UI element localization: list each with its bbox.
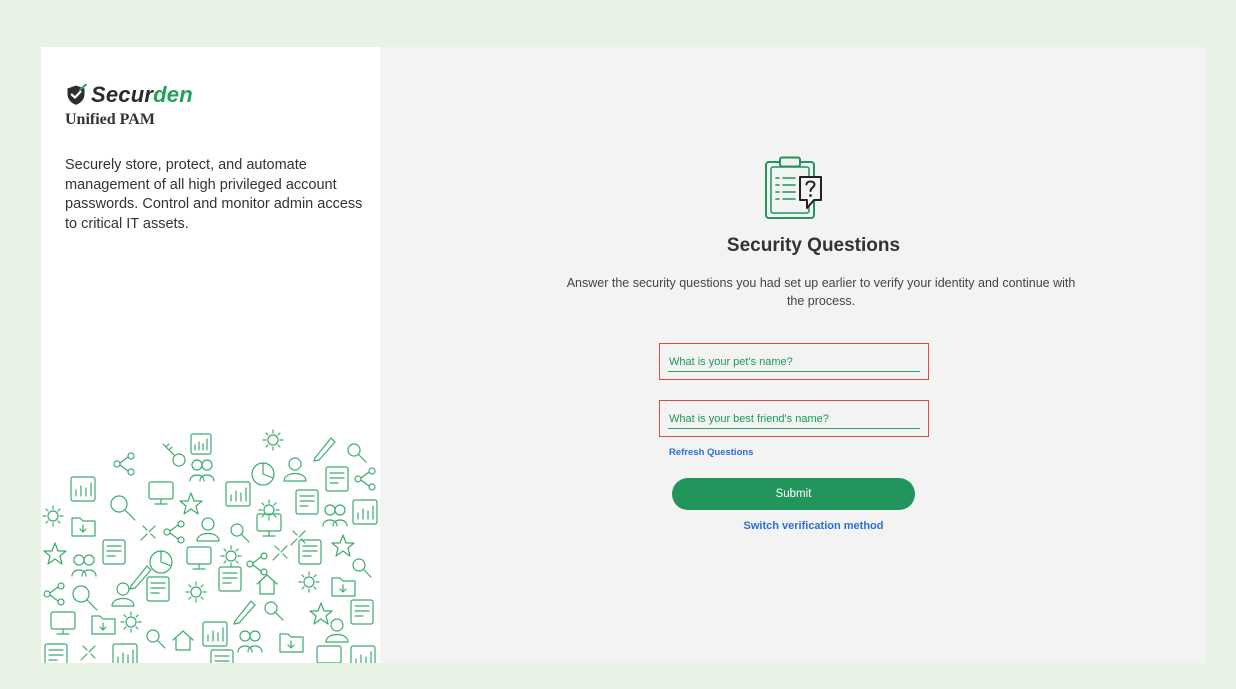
login-frame: Securden Unified PAM Securely store, pro…	[41, 47, 1206, 663]
product-name: Unified PAM	[65, 111, 155, 128]
refresh-questions-link[interactable]: Refresh Questions	[669, 447, 753, 458]
product-tagline: Securely store, protect, and automate ma…	[65, 157, 363, 232]
brand-panel: Securden Unified PAM Securely store, pro…	[41, 47, 380, 663]
page-description: Answer the security questions you had se…	[566, 276, 1076, 308]
pet-name-input[interactable]	[668, 352, 920, 372]
clipboard-question-icon	[765, 156, 822, 219]
security-question-1-field	[659, 343, 929, 380]
submit-button[interactable]: Submit	[672, 478, 915, 510]
logo-wordmark: Securden	[91, 82, 193, 107]
brand-block: Securden Unified PAM	[65, 82, 193, 129]
illustration-pattern	[42, 429, 378, 663]
best-friend-name-input[interactable]	[668, 409, 920, 429]
page-title: Security Questions	[726, 235, 901, 256]
security-question-2-field	[659, 400, 929, 437]
logo: Securden	[65, 82, 193, 108]
switch-verification-link[interactable]: Switch verification method	[421, 520, 1206, 532]
shield-check-icon	[67, 84, 87, 105]
